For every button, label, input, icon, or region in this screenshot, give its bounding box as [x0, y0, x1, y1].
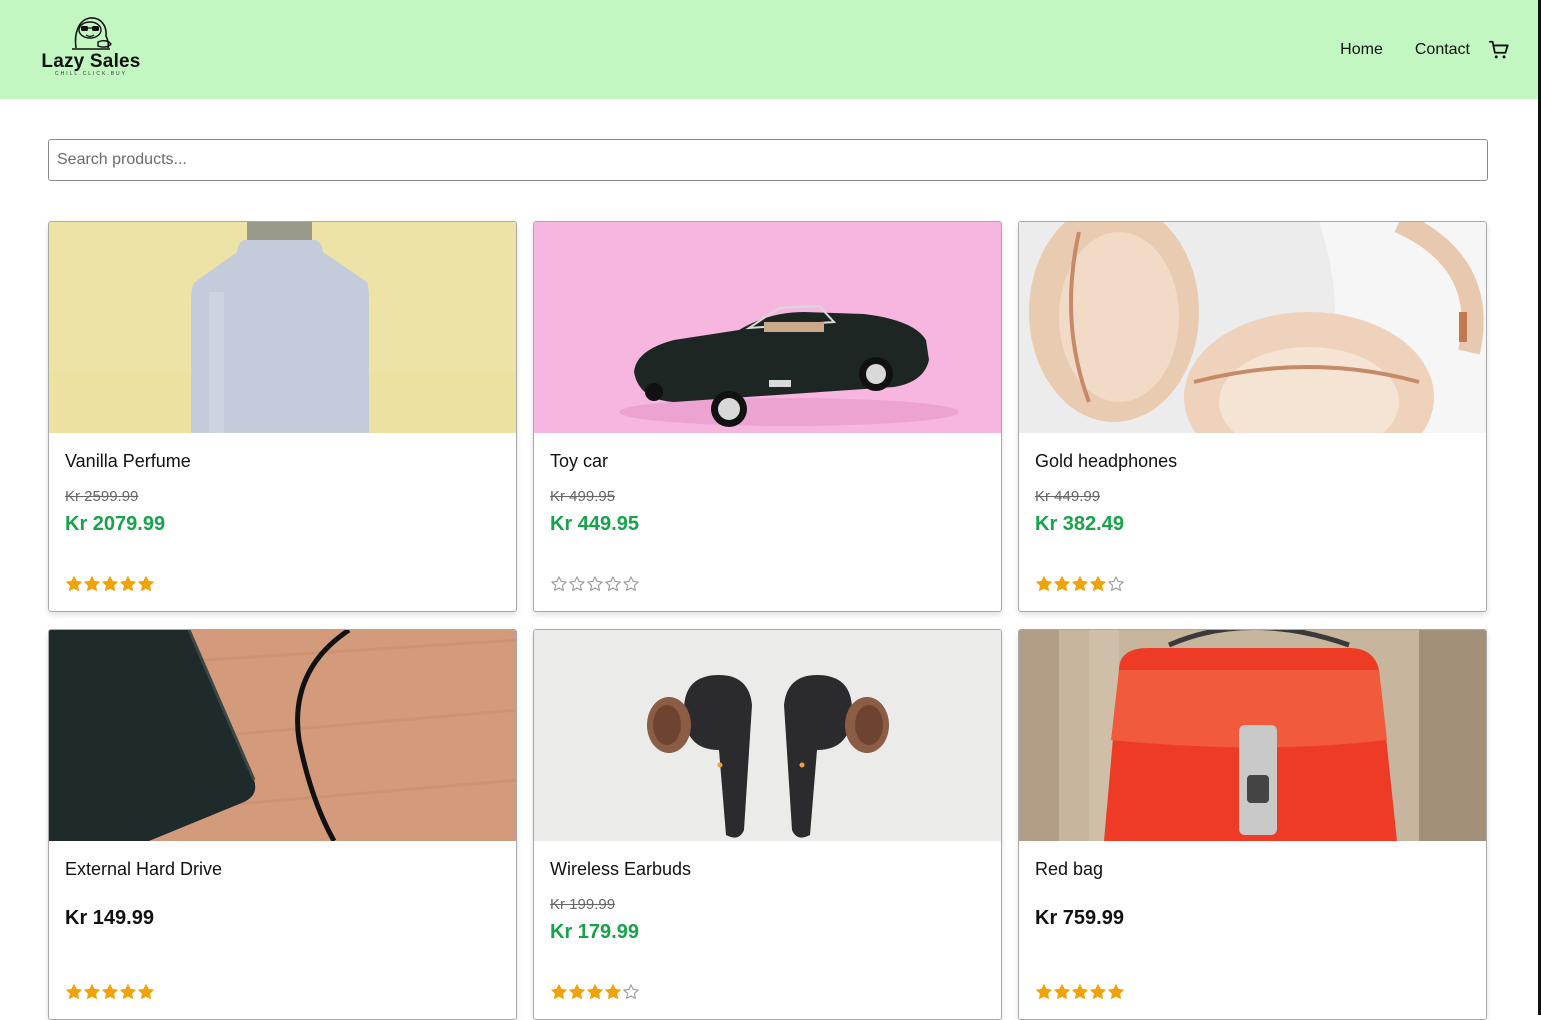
product-name: Wireless Earbuds [550, 859, 692, 879]
product-price: Kr 149.99 [65, 907, 154, 929]
star-filled-icon [551, 984, 567, 999]
nav-home-link[interactable]: Home [1340, 41, 1383, 59]
star-filled-icon [1090, 576, 1106, 591]
product-card[interactable]: Red bag Kr 759.99 [1018, 629, 1487, 1020]
star-empty-icon [623, 984, 639, 999]
star-empty-icon [1108, 576, 1124, 591]
product-name: Gold headphones [1035, 451, 1178, 471]
star-filled-icon [1072, 984, 1088, 999]
star-empty-icon [623, 576, 639, 591]
sloth-logo-icon [72, 17, 112, 50]
product-old-price: Kr 2599.99 [65, 488, 139, 505]
product-image-toy-car [534, 222, 1001, 433]
star-filled-icon [102, 576, 118, 591]
star-filled-icon [66, 576, 82, 591]
site-header: Lazy Sales CHILL.CLICK.BUY Home Contact [0, 0, 1538, 99]
product-image-red-bag [1019, 630, 1486, 841]
star-filled-icon [1054, 984, 1070, 999]
star-empty-icon [587, 576, 603, 591]
product-price: Kr 179.99 [550, 921, 639, 943]
star-filled-icon [138, 984, 154, 999]
product-name: Red bag [1035, 859, 1104, 879]
product-name: Toy car [550, 451, 609, 471]
rating-stars [1035, 983, 1125, 1001]
star-filled-icon [1036, 984, 1052, 999]
star-filled-icon [120, 984, 136, 999]
star-filled-icon [1108, 984, 1124, 999]
product-card[interactable]: External Hard Drive Kr 149.99 [48, 629, 517, 1020]
star-empty-icon [569, 576, 585, 591]
rating-stars [550, 983, 640, 1001]
product-image-earbuds [534, 630, 1001, 841]
product-name: External Hard Drive [65, 859, 223, 879]
star-filled-icon [587, 984, 603, 999]
star-filled-icon [102, 984, 118, 999]
star-filled-icon [1054, 576, 1070, 591]
main-nav: Home Contact [1308, 35, 1510, 65]
product-card[interactable]: Wireless Earbuds Kr 199.99 Kr 179.99 [533, 629, 1002, 1020]
search-input[interactable] [48, 139, 1488, 181]
star-filled-icon [605, 984, 621, 999]
star-empty-icon [551, 576, 567, 591]
product-card[interactable]: Gold headphones Kr 449.99 Kr 382.49 [1018, 221, 1487, 612]
star-filled-icon [1072, 576, 1088, 591]
star-filled-icon [569, 984, 585, 999]
product-price: Kr 449.95 [550, 513, 639, 535]
brand-logo[interactable]: Lazy Sales CHILL.CLICK.BUY [36, 14, 146, 86]
product-old-price: Kr 499.95 [550, 488, 616, 505]
product-card[interactable]: Vanilla Perfume Kr 2599.99 Kr 2079.99 [48, 221, 517, 612]
rating-stars [550, 575, 640, 593]
rating-stars [65, 983, 155, 1001]
product-image-hard-drive [49, 630, 516, 841]
nav-contact-link[interactable]: Contact [1415, 41, 1470, 59]
star-filled-icon [1090, 984, 1106, 999]
product-grid: Vanilla Perfume Kr 2599.99 Kr 2079.99 To… [48, 221, 1488, 1020]
star-filled-icon [66, 984, 82, 999]
product-price: Kr 2079.99 [65, 513, 166, 535]
product-old-price: Kr 449.99 [1035, 488, 1101, 505]
star-filled-icon [84, 576, 100, 591]
product-price: Kr 759.99 [1035, 907, 1124, 929]
rating-stars [65, 575, 155, 593]
product-image-headphones [1019, 222, 1486, 433]
product-price: Kr 382.49 [1035, 513, 1124, 535]
star-empty-icon [605, 576, 621, 591]
product-image-perfume [49, 222, 516, 433]
product-old-price: Kr 199.99 [550, 896, 616, 913]
product-card[interactable]: Toy car Kr 499.95 Kr 449.95 [533, 221, 1002, 612]
star-filled-icon [84, 984, 100, 999]
rating-stars [1035, 575, 1125, 593]
product-name: Vanilla Perfume [65, 451, 191, 471]
star-filled-icon [120, 576, 136, 591]
star-filled-icon [1036, 576, 1052, 591]
star-filled-icon [138, 576, 154, 591]
brand-name: Lazy Sales [41, 51, 141, 72]
cart-icon[interactable] [1488, 39, 1510, 61]
